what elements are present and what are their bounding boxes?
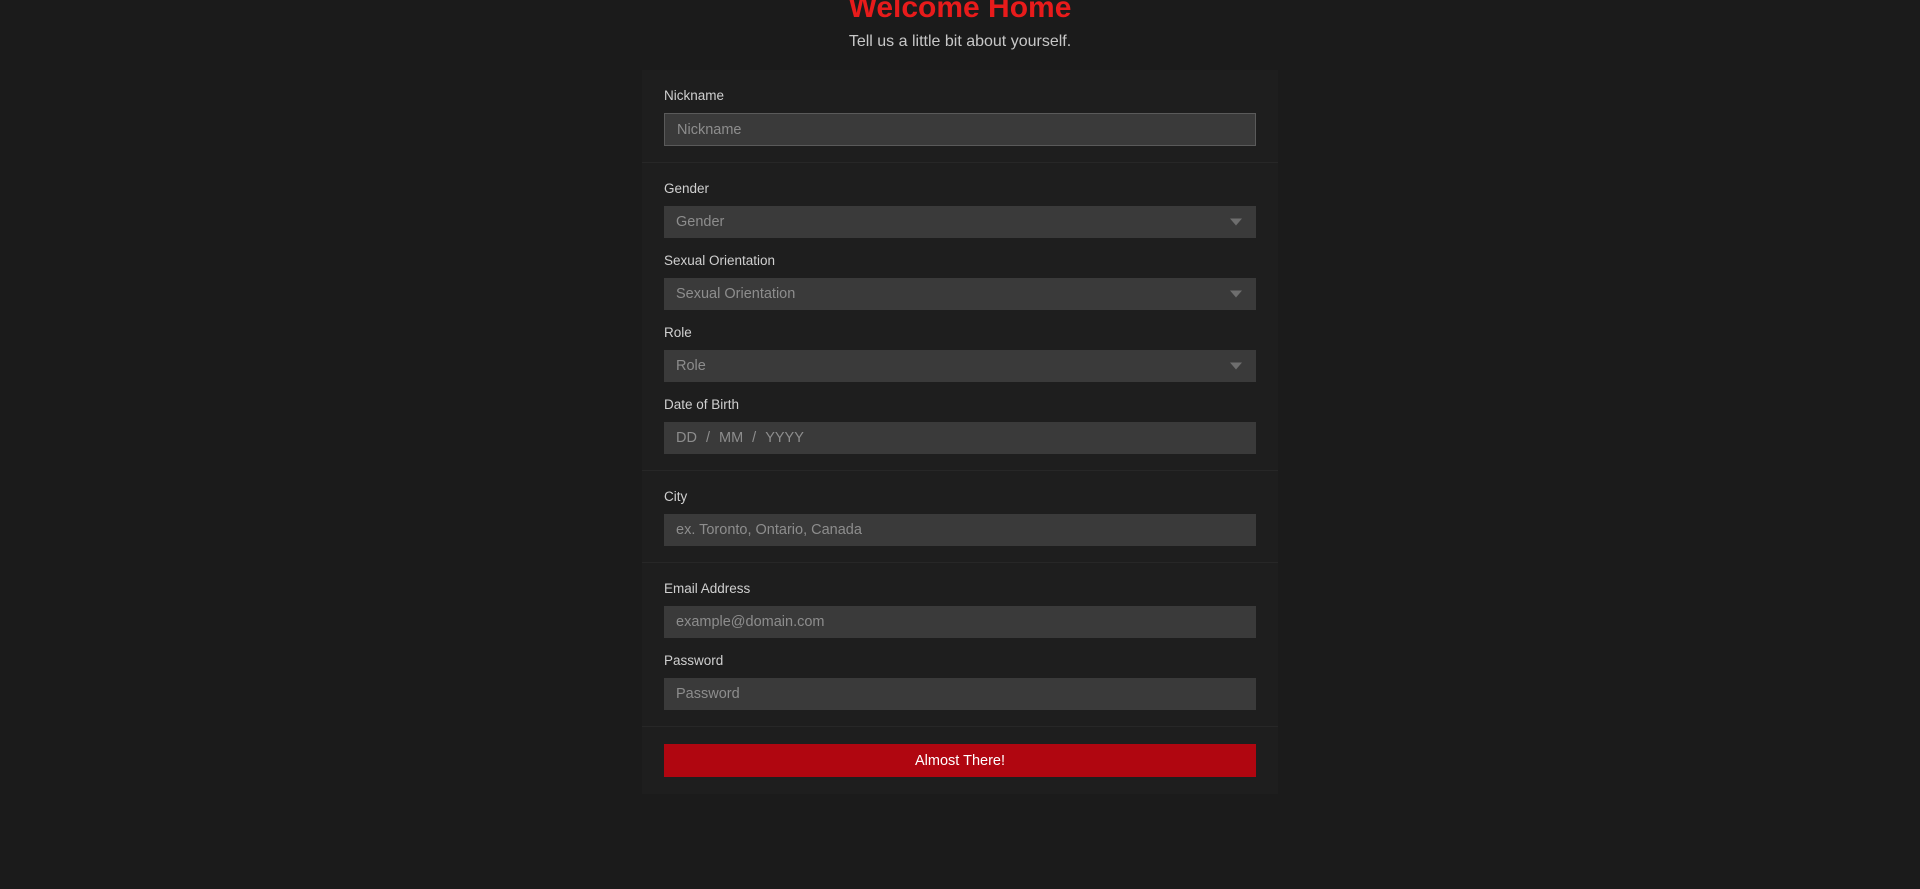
- city-label: City: [664, 489, 688, 504]
- password-placeholder: Password: [676, 686, 740, 702]
- role-label: Role: [664, 325, 692, 340]
- gender-placeholder: Gender: [676, 214, 725, 230]
- sexual-orientation-placeholder: Sexual Orientation: [676, 286, 796, 302]
- field-email: Email Address example@domain.com: [664, 581, 1256, 638]
- sexual-orientation-label: Sexual Orientation: [664, 253, 776, 268]
- dob-month-field[interactable]: MM: [719, 429, 743, 447]
- field-nickname: Nickname Nickname: [664, 88, 1256, 146]
- field-city: City ex. Toronto, Ontario, Canada: [664, 489, 1256, 546]
- chevron-down-icon: [1230, 218, 1242, 226]
- page-header: Welcome Home Tell us a little bit about …: [0, 0, 1920, 52]
- page-subtitle: Tell us a little bit about yourself.: [848, 33, 1072, 50]
- role-select[interactable]: Role: [664, 350, 1256, 382]
- chevron-down-icon: [1230, 290, 1242, 298]
- date-of-birth-input[interactable]: DD / MM / YYYY: [664, 422, 1256, 454]
- email-label: Email Address: [664, 581, 751, 596]
- email-input[interactable]: example@domain.com: [664, 606, 1256, 638]
- chevron-down-icon: [1230, 362, 1242, 370]
- date-of-birth-label: Date of Birth: [664, 397, 740, 412]
- section-credentials: Email Address example@domain.com Passwor…: [642, 563, 1278, 727]
- email-placeholder: example@domain.com: [676, 614, 825, 630]
- gender-label: Gender: [664, 181, 710, 196]
- field-password: Password Password: [664, 653, 1256, 710]
- signup-page: Welcome Home Tell us a little bit about …: [0, 0, 1920, 889]
- field-sexual-orientation: Sexual Orientation Sexual Orientation: [664, 253, 1256, 310]
- sexual-orientation-select[interactable]: Sexual Orientation: [664, 278, 1256, 310]
- nickname-placeholder: Nickname: [677, 121, 742, 138]
- gender-select[interactable]: Gender: [664, 206, 1256, 238]
- city-input[interactable]: ex. Toronto, Ontario, Canada: [664, 514, 1256, 546]
- section-identity: Gender Gender Sexual Orientation Sexual …: [642, 163, 1278, 471]
- profile-form-card: Nickname Nickname Gender Gender Sexual O…: [642, 70, 1278, 794]
- submit-button[interactable]: Almost There!: [664, 744, 1256, 777]
- dob-day-field[interactable]: DD: [676, 429, 697, 447]
- city-placeholder: ex. Toronto, Ontario, Canada: [676, 522, 862, 538]
- date-of-birth-segments: DD / MM / YYYY: [676, 429, 804, 447]
- dob-separator-1: /: [705, 430, 710, 446]
- dob-separator-2: /: [752, 430, 757, 446]
- field-gender: Gender Gender: [664, 181, 1256, 238]
- section-nickname: Nickname Nickname: [642, 70, 1278, 163]
- section-submit: Almost There!: [642, 727, 1278, 794]
- field-role: Role Role: [664, 325, 1256, 382]
- dob-year-field[interactable]: YYYY: [765, 429, 804, 447]
- nickname-input[interactable]: Nickname: [664, 113, 1256, 146]
- nickname-label: Nickname: [664, 88, 725, 103]
- password-label: Password: [664, 653, 724, 668]
- page-title: Welcome Home: [848, 0, 1072, 24]
- role-placeholder: Role: [676, 358, 706, 374]
- password-input[interactable]: Password: [664, 678, 1256, 710]
- field-date-of-birth: Date of Birth DD / MM / YYYY: [664, 397, 1256, 454]
- section-location: City ex. Toronto, Ontario, Canada: [642, 471, 1278, 563]
